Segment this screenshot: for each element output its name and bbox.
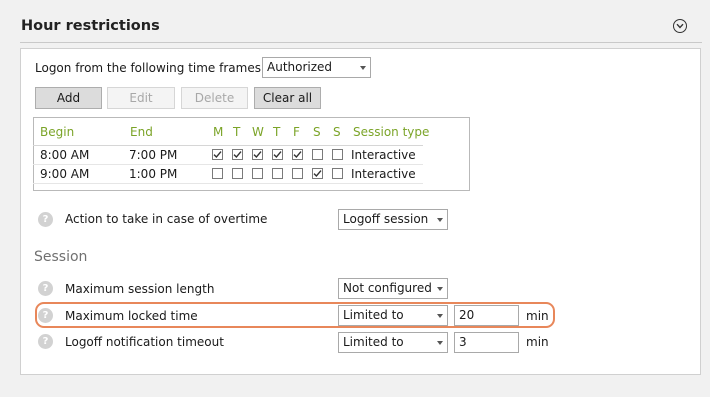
column-header-monday: M xyxy=(213,125,224,139)
column-header-sunday: S xyxy=(333,125,341,139)
row-2-wednesday-checkbox[interactable] xyxy=(252,168,263,179)
help-icon[interactable]: ? xyxy=(38,281,53,296)
title-divider xyxy=(20,42,702,43)
help-icon[interactable]: ? xyxy=(38,308,53,323)
grid-row-divider xyxy=(33,183,423,184)
help-icon[interactable]: ? xyxy=(38,334,53,349)
row-1-begin: 8:00 AM xyxy=(40,148,90,162)
max-locked-time-input[interactable]: 20 xyxy=(454,305,519,326)
row-2-session-type: Interactive xyxy=(351,167,416,181)
collapse-button[interactable] xyxy=(673,19,687,33)
row-2-tuesday-checkbox[interactable] xyxy=(232,168,243,179)
column-header-friday: F xyxy=(293,125,300,139)
timeframe-select-value: Authorized xyxy=(267,60,333,74)
column-header-saturday: S xyxy=(313,125,321,139)
row-1-thursday-checkbox[interactable] xyxy=(272,149,283,160)
row-2-begin: 9:00 AM xyxy=(40,167,90,181)
overtime-select-value: Logoff session xyxy=(343,212,429,226)
checkmark-icon xyxy=(293,151,302,159)
row-1-end: 7:00 PM xyxy=(129,148,178,162)
delete-button[interactable]: Delete xyxy=(181,87,248,109)
logoff-timeout-value: Limited to xyxy=(343,335,404,349)
max-session-length-value: Not configured xyxy=(343,281,432,295)
add-button[interactable]: Add xyxy=(35,87,102,109)
checkmark-icon xyxy=(233,151,242,159)
row-1-friday-checkbox[interactable] xyxy=(292,149,303,160)
column-header-thursday: T xyxy=(273,125,281,139)
dropdown-arrow-icon xyxy=(437,218,443,222)
grid-header-divider xyxy=(33,145,423,146)
column-header-wednesday: W xyxy=(252,125,264,139)
logoff-timeout-input[interactable]: 3 xyxy=(454,332,519,353)
dropdown-arrow-icon xyxy=(437,314,443,318)
timeframe-label: Logon from the following time frames are xyxy=(35,61,285,75)
session-heading: Session xyxy=(34,249,88,265)
logoff-timeout-select[interactable]: Limited to xyxy=(338,332,448,353)
max-locked-time-value: Limited to xyxy=(343,308,404,322)
dropdown-arrow-icon xyxy=(437,341,443,345)
column-header-end[interactable]: End xyxy=(130,125,153,139)
row-1-wednesday-checkbox[interactable] xyxy=(252,149,263,160)
max-session-length-select[interactable]: Not configured xyxy=(338,278,448,299)
row-2-friday-checkbox[interactable] xyxy=(292,168,303,179)
edit-button[interactable]: Edit xyxy=(107,87,175,109)
row-1-session-type: Interactive xyxy=(351,148,416,162)
column-header-tuesday: T xyxy=(233,125,241,139)
dropdown-arrow-icon xyxy=(360,66,366,70)
max-session-length-label: Maximum session length xyxy=(65,282,215,296)
checkmark-icon xyxy=(273,151,282,159)
row-2-thursday-checkbox[interactable] xyxy=(272,168,283,179)
row-1-saturday-checkbox[interactable] xyxy=(312,149,323,160)
row-1-sunday-checkbox[interactable] xyxy=(332,149,343,160)
overtime-label: Action to take in case of overtime xyxy=(65,212,268,226)
row-2-saturday-checkbox[interactable] xyxy=(312,168,323,179)
max-locked-time-select[interactable]: Limited to xyxy=(338,305,448,326)
max-locked-time-unit: min xyxy=(526,309,549,323)
row-2-sunday-checkbox[interactable] xyxy=(332,168,343,179)
dropdown-arrow-icon xyxy=(437,287,443,291)
checkmark-icon xyxy=(213,151,222,159)
column-header-session-type[interactable]: Session type xyxy=(353,125,429,139)
chevron-down-icon xyxy=(676,23,684,29)
logoff-timeout-unit: min xyxy=(526,335,549,349)
checkmark-icon xyxy=(313,170,322,178)
grid-row-divider xyxy=(33,164,423,165)
row-1-monday-checkbox[interactable] xyxy=(212,149,223,160)
row-2-monday-checkbox[interactable] xyxy=(212,168,223,179)
row-1-tuesday-checkbox[interactable] xyxy=(232,149,243,160)
checkmark-icon xyxy=(253,151,262,159)
help-icon[interactable]: ? xyxy=(38,212,53,227)
overtime-select[interactable]: Logoff session xyxy=(338,209,448,230)
column-header-begin[interactable]: Begin xyxy=(40,125,74,139)
timeframe-select[interactable]: Authorized xyxy=(262,57,371,78)
row-2-end: 1:00 PM xyxy=(129,167,178,181)
clear-all-button[interactable]: Clear all xyxy=(254,87,321,109)
max-locked-time-label: Maximum locked time xyxy=(65,309,198,323)
section-title: Hour restrictions xyxy=(21,18,160,34)
logoff-timeout-label: Logoff notification timeout xyxy=(65,335,224,349)
